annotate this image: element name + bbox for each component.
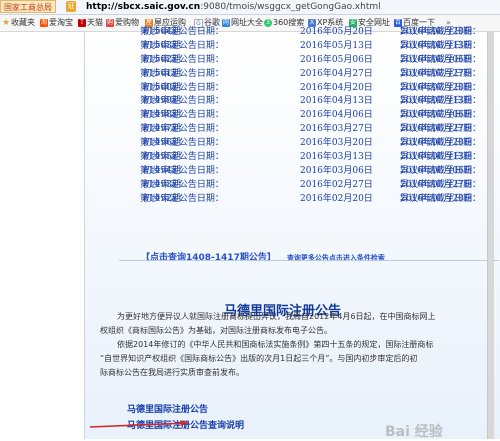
notice-row[interactable]: 第1500期 初步审定公告日期： 2016年04月20日 异议申请截至日期： 20… [85, 82, 485, 96]
notice-row[interactable]: 第1498期 初步审定公告日期： 2016年04月06日 异议申请截至日期： 20… [85, 109, 485, 123]
bookmark-favorites[interactable]: ★ 收藏夹 [2, 15, 35, 31]
security-certificate-icon[interactable]: 证 [66, 1, 76, 12]
notice-list: 第1504期 初步审定公告日期： 2016年05月20日 异议申请截至日期： 20… [85, 26, 485, 207]
site-name: 国家工商总局 [4, 3, 52, 12]
site-identity-badge[interactable]: 国家工商总局 [0, 0, 56, 13]
notice-row[interactable]: 第1501期 初步审定公告日期： 2016年04月27日 异议申请截至日期： 20… [85, 68, 485, 82]
url-path: :9080/tmois/wsggcx_getGongGao.xhtml [200, 2, 381, 12]
notice-row[interactable]: 第1503期 初步审定公告日期： 2016年05月13日 异议申请截至日期： 20… [85, 40, 485, 54]
section-divider [119, 260, 499, 261]
notice-row[interactable]: 第1495期 初步审定公告日期： 2016年03月13日 异议申请截至日期： 20… [85, 151, 485, 165]
notice-row[interactable]: 第1502期 初步审定公告日期： 2016年05月06日 异议申请截至日期： 20… [85, 54, 485, 68]
paragraph-2-line-2: “自世界知识产权组织《国际商标公告》出版的次月1日起三个月”。与国内初步审定后的… [100, 354, 418, 363]
taobao-icon: 淘 [40, 19, 48, 27]
paragraph-1-line-2: 权组织《商标国际公告》为基础，对国际注册商标发布电子公告。 [100, 326, 332, 335]
paragraph-2-line-3: 际商标公告在我局进行实质审查前发布。 [100, 368, 244, 377]
vertical-scrollbar[interactable] [487, 32, 494, 439]
notice-row[interactable]: 第1504期 初步审定公告日期： 2016年05月20日 异议申请截至日期： 20… [85, 26, 485, 40]
red-arrow-annotation [89, 420, 189, 428]
paragraph-1-line-1: 为更好地方便异议人就国际注册商标提出异议，我局自2012年4月6日起，在中国商标… [117, 312, 436, 321]
notice-row[interactable]: 第1496期 初步审定公告日期： 2016年03月20日 异议申请截至日期： 20… [85, 137, 485, 151]
notice-row[interactable]: 第1499期 初步审定公告日期： 2016年04月13日 异议申请截至日期： 20… [85, 95, 485, 109]
address-bar[interactable]: 国家工商总局 证 http://sbcx.saic.gov.cn:9080/tm… [0, 0, 500, 15]
notice-row[interactable]: 第1492期 初步审定公告日期： 2016年02月20日 异议申请截至日期： 20… [85, 193, 485, 207]
url-domain: http://sbcx.saic.gov.cn [86, 2, 201, 12]
notice-row[interactable]: 第1497期 初步审定公告日期： 2016年03月27日 异议申请截至日期： 20… [85, 123, 485, 137]
madrid-notice-link[interactable]: 马德里国际注册公告 [127, 404, 208, 417]
page-viewport: 第1504期 初步审定公告日期： 2016年05月20日 异议申请截至日期： 20… [0, 27, 500, 440]
bookmark-aitaobao[interactable]: 淘 爱淘宝 [40, 15, 73, 31]
notice-row[interactable]: 第1494期 初步审定公告日期： 2016年03月06日 异议申请截至日期： 20… [85, 165, 485, 179]
baidu-watermark: Bai 经验 [385, 424, 443, 440]
query-links: 【点击查询1408-1417期公告】 查询更多公告点击进入条件检索 [141, 245, 385, 264]
query-range-link[interactable]: 【点击查询1408-1417期公告】 [141, 253, 276, 263]
notice-row[interactable]: 第1493期 初步审定公告日期： 2016年02月27日 异议申请截至日期： 20… [85, 179, 485, 193]
star-icon: ★ [2, 18, 11, 28]
url-text[interactable]: http://sbcx.saic.gov.cn:9080/tmois/wsggc… [86, 0, 381, 14]
paragraph-2-line-1: 依据2014年修订的《中华人民共和国商标法实施条例》第四十五条的规定，国际注册商… [117, 340, 434, 349]
